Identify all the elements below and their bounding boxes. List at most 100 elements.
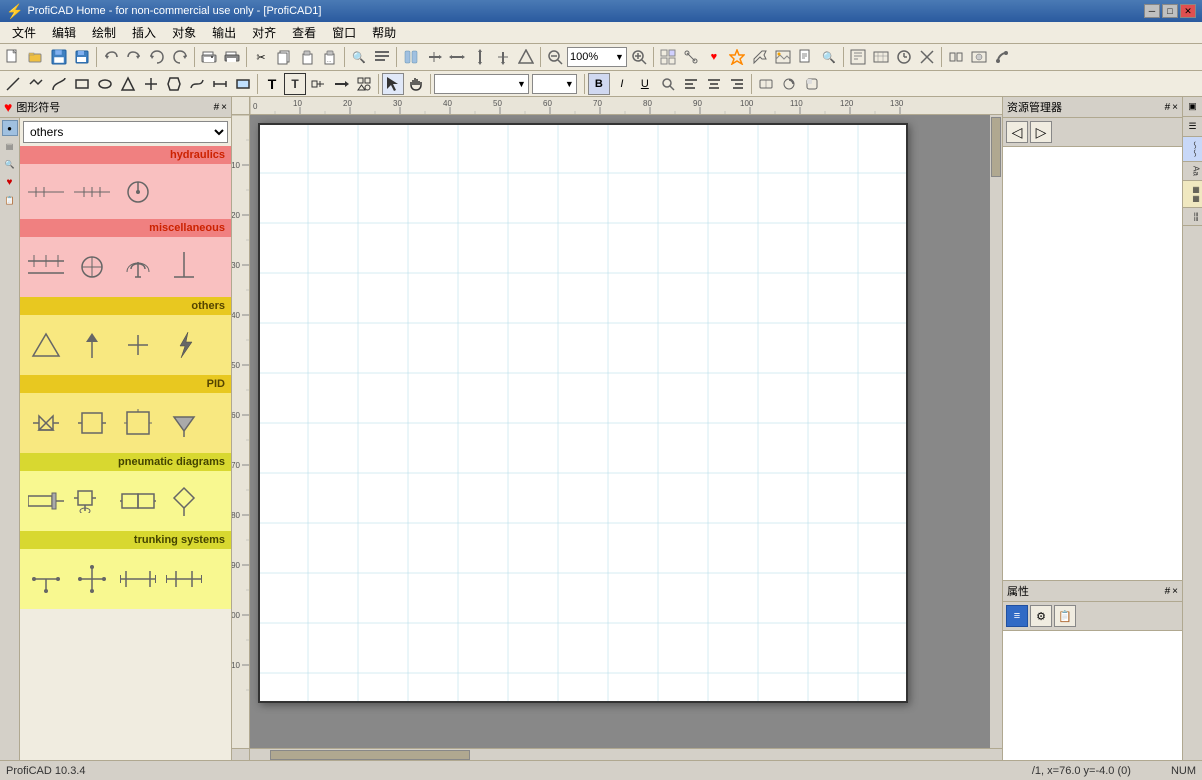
print-preview-button[interactable]	[198, 46, 220, 68]
draw-ellipse[interactable]	[94, 73, 116, 95]
fr-icon-1[interactable]: ▣	[1183, 97, 1202, 117]
tb-conn-btn[interactable]	[680, 46, 702, 68]
tb-heart-btn[interactable]: ♥	[703, 46, 725, 68]
side-icon-1[interactable]: ●	[2, 120, 18, 136]
menu-view[interactable]: 查看	[284, 22, 324, 43]
draw-fillrect[interactable]	[232, 73, 254, 95]
symbol-hydr-1[interactable]	[26, 172, 66, 212]
tb-r2[interactable]	[778, 73, 800, 95]
props-icon-3[interactable]: 📋	[1054, 605, 1076, 627]
draw-polygon[interactable]	[117, 73, 139, 95]
zoom-combo[interactable]: 100% ▼	[567, 47, 627, 67]
drawing-canvas[interactable]	[258, 123, 908, 703]
draw-arc[interactable]	[48, 73, 70, 95]
menu-insert[interactable]: 插入	[124, 22, 164, 43]
tb-e3[interactable]	[893, 46, 915, 68]
symbol-pid-4[interactable]	[164, 403, 204, 443]
minimize-button[interactable]: ─	[1144, 4, 1160, 18]
font-dropdown-arrow[interactable]: ▼	[517, 79, 526, 89]
tb-e2[interactable]	[870, 46, 892, 68]
canvas-scroll[interactable]	[250, 115, 1002, 748]
search-button[interactable]	[657, 73, 679, 95]
text-tool[interactable]: T	[261, 73, 283, 95]
paste-button[interactable]	[296, 46, 318, 68]
tb-e4[interactable]	[916, 46, 938, 68]
props-controls[interactable]: # ×	[1165, 586, 1178, 597]
tb-f3[interactable]	[991, 46, 1013, 68]
pin-icon[interactable]: #	[214, 102, 220, 113]
props-pin[interactable]: #	[1165, 586, 1171, 597]
restore-button[interactable]: □	[1162, 4, 1178, 18]
find-button[interactable]: 🔍	[348, 46, 370, 68]
wire-tool[interactable]	[330, 73, 352, 95]
symbol-pid-3[interactable]	[118, 403, 158, 443]
panel-controls[interactable]: # ×	[214, 102, 227, 113]
tb-img-btn[interactable]	[772, 46, 794, 68]
tb-e1[interactable]	[847, 46, 869, 68]
tb-r3[interactable]	[801, 73, 823, 95]
menu-align[interactable]: 对齐	[244, 22, 284, 43]
menu-edit[interactable]: 编辑	[44, 22, 84, 43]
h-scrollbar-track[interactable]	[250, 749, 1002, 760]
title-bar-controls[interactable]: ─ □ ✕	[1144, 4, 1196, 18]
save-button[interactable]	[48, 46, 70, 68]
symbol-pid-1[interactable]	[26, 403, 66, 443]
symbol-hydr-3[interactable]	[118, 172, 158, 212]
side-icon-3[interactable]: 🔍	[2, 156, 18, 172]
symbol-trunk-1[interactable]	[26, 559, 66, 599]
draw-line[interactable]	[2, 73, 24, 95]
select-tool[interactable]	[382, 73, 404, 95]
print-button[interactable]	[221, 46, 243, 68]
menu-output[interactable]: 输出	[204, 22, 244, 43]
font-input[interactable]	[437, 78, 517, 90]
symbol-misc-2[interactable]	[72, 247, 112, 287]
v-scrollbar-track[interactable]	[990, 115, 1002, 748]
side-icon-5[interactable]: 📋	[2, 192, 18, 208]
paste-special-button[interactable]: ...	[319, 46, 341, 68]
fontsize-dropdown-arrow[interactable]: ▼	[565, 79, 574, 89]
tb-grid-btn[interactable]	[657, 46, 679, 68]
tb-f2[interactable]	[968, 46, 990, 68]
symbol-pneu-4[interactable]	[164, 481, 204, 521]
tb-btn-b[interactable]	[423, 46, 445, 68]
tb-r1[interactable]	[755, 73, 777, 95]
zoom-in-button[interactable]	[628, 46, 650, 68]
draw-cross[interactable]	[140, 73, 162, 95]
nav-back-button[interactable]: ◁	[1006, 121, 1028, 143]
save-all-button[interactable]	[71, 46, 93, 68]
tb-mag-btn[interactable]: 🔍	[818, 46, 840, 68]
h-scrollbar[interactable]	[232, 748, 1002, 760]
zoom-input[interactable]: 100%	[570, 51, 615, 63]
align-center[interactable]	[703, 73, 725, 95]
resource-pin[interactable]: #	[1165, 102, 1171, 113]
cut-button[interactable]: ✂	[250, 46, 272, 68]
symbol-others-4[interactable]	[164, 325, 204, 365]
nav-forward-button[interactable]: ▷	[1030, 121, 1052, 143]
h-scrollbar-thumb[interactable]	[270, 750, 470, 760]
symbol-others-3[interactable]	[118, 325, 158, 365]
tb-doc-btn[interactable]	[795, 46, 817, 68]
copy-button[interactable]	[273, 46, 295, 68]
symbol-pneu-2[interactable]	[72, 481, 112, 521]
symbol-misc-4[interactable]	[164, 247, 204, 287]
tb-btn-d[interactable]	[469, 46, 491, 68]
draw-bezier[interactable]	[186, 73, 208, 95]
align-left[interactable]	[680, 73, 702, 95]
menu-window[interactable]: 窗口	[324, 22, 364, 43]
props-icon-2[interactable]: ⚙	[1030, 605, 1052, 627]
shape-tool[interactable]	[353, 73, 375, 95]
align-right[interactable]	[726, 73, 748, 95]
resource-controls[interactable]: # ×	[1165, 102, 1178, 113]
tb-btn-a[interactable]	[400, 46, 422, 68]
resource-close[interactable]: ×	[1172, 102, 1178, 113]
v-scrollbar-thumb[interactable]	[991, 117, 1001, 177]
tb-f1[interactable]	[945, 46, 967, 68]
side-icon-2[interactable]: ▤	[2, 138, 18, 154]
fr-icon-text[interactable]: Aa	[1183, 162, 1202, 181]
fontsize-input[interactable]	[535, 78, 565, 90]
tb-btn-c[interactable]	[446, 46, 468, 68]
tb-tools-btn[interactable]	[749, 46, 771, 68]
new-button[interactable]	[2, 46, 24, 68]
font-combo[interactable]: ▼	[434, 74, 529, 94]
redo-button[interactable]	[123, 46, 145, 68]
